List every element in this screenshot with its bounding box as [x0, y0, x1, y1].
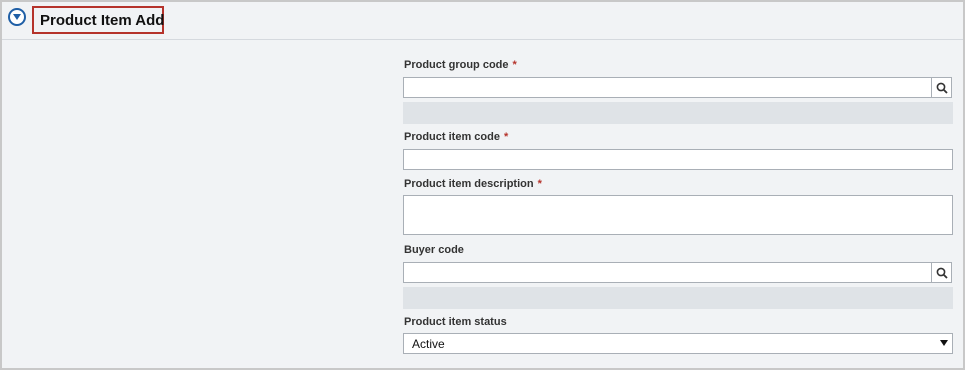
title-highlight: Product Item Add: [32, 6, 164, 34]
product-item-status-select[interactable]: Active: [403, 333, 953, 354]
buyer-code-label: Buyer code: [404, 244, 464, 256]
buyer-code-input[interactable]: [403, 262, 932, 283]
dropdown-arrow-icon: [940, 340, 948, 346]
product-group-code-search-button[interactable]: [931, 77, 952, 98]
product-group-code-input[interactable]: [403, 77, 932, 98]
product-item-code-input[interactable]: [403, 149, 953, 170]
required-marker: *: [503, 131, 509, 143]
form-panel: Product Item Add Product group code * Pro…: [0, 0, 965, 370]
page-title: Product Item Add: [40, 12, 165, 29]
buyer-description-display: [403, 287, 953, 309]
product-item-code-label: Product item code *: [404, 131, 509, 143]
search-icon: [936, 267, 948, 279]
product-group-code-label: Product group code *: [404, 59, 517, 71]
product-group-description-display: [403, 102, 953, 124]
buyer-code-search-button[interactable]: [931, 262, 952, 283]
product-item-status-label: Product item status: [404, 316, 507, 328]
product-item-description-label: Product item description *: [404, 178, 542, 190]
panel-header: Product Item Add: [2, 2, 963, 40]
collapse-toggle-button[interactable]: [8, 8, 26, 26]
required-marker: *: [537, 178, 542, 190]
search-icon: [936, 82, 948, 94]
required-marker: *: [512, 59, 517, 71]
product-item-description-textarea[interactable]: [403, 195, 953, 235]
product-item-status-value: Active: [412, 337, 445, 351]
chevron-down-circle-icon: [13, 14, 21, 20]
